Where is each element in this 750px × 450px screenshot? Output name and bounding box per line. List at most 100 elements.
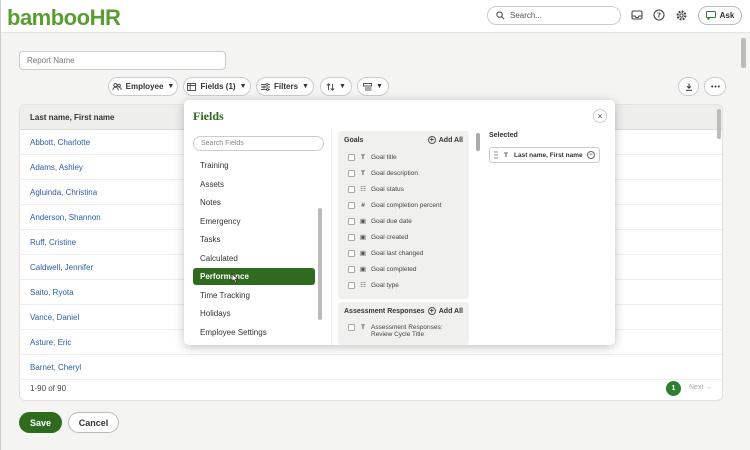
field-checkbox[interactable] [348,233,355,241]
field-label: Goal completion percent [371,201,442,209]
number-type-icon: # [361,201,365,209]
available-fields-scrollbar[interactable] [476,133,480,151]
employee-name-link[interactable]: Anderson, Shannon [30,213,101,222]
field-checkbox[interactable] [348,324,355,331]
field-option[interactable]: ▣ Goal due date [348,214,468,228]
field-checkbox[interactable] [348,249,355,257]
category-scrollbar[interactable] [318,208,322,320]
global-search[interactable] [487,6,621,25]
employee-name-link[interactable]: Caldwell, Jennifer [30,263,93,272]
employee-name-link[interactable]: Asture, Eric [30,338,71,347]
category-calculated[interactable]: Calculated [193,250,315,267]
group-icon [363,82,372,90]
field-option[interactable]: ☷ Goal type [348,278,468,292]
fields-dropdown[interactable]: Fields (1) ▼ [183,77,251,96]
report-name-input[interactable] [19,51,226,70]
field-label: Goal created [371,233,409,241]
field-checkbox[interactable] [348,153,355,161]
field-option[interactable]: # Goal completion percent [348,198,468,212]
calendar-icon: ▣ [359,234,367,241]
list-type-icon: ☷ [360,186,366,193]
plus-circle-icon: + [427,136,436,144]
employee-name-link[interactable]: Barnet, Cheryl [30,363,81,372]
category-assets[interactable]: Assets [193,176,315,193]
cancel-button[interactable]: Cancel [68,412,119,433]
group-dropdown[interactable]: ▼ [357,77,389,96]
field-label: Goal title [371,153,397,161]
field-option[interactable]: T Assessment Responses: Review Cycle Tit… [348,324,464,338]
category-notes[interactable]: Notes [193,194,315,211]
chevron-down-icon: ▼ [302,83,309,90]
chat-icon [705,11,716,20]
selected-field-label: Last name, First name [514,151,583,159]
save-button[interactable]: Save [19,412,62,433]
field-label: Goal last changed [371,249,424,257]
help-icon[interactable]: ? [652,8,666,22]
add-all-label: Add All [438,136,463,144]
category-holidays[interactable]: Holidays [193,305,315,322]
field-option[interactable]: T Goal title [348,150,468,164]
field-checkbox[interactable] [348,265,355,273]
employee-name-link[interactable]: Saito, Ryota [30,288,74,297]
columns-icon [187,82,197,91]
field-option[interactable]: ▣ Goal last changed [348,246,468,260]
filters-dropdown[interactable]: Filters ▼ [256,77,314,96]
column-divider [331,130,332,345]
ask-button[interactable]: Ask [698,6,742,25]
employee-name-link[interactable]: Agluinda, Christina [30,188,97,197]
field-option[interactable]: ☷ Goal status [348,182,468,196]
employee-dropdown[interactable]: Employee ▼ [108,77,178,96]
field-checkbox[interactable] [348,169,355,177]
employee-dropdown-label: Employee [125,82,164,91]
global-search-input[interactable] [510,11,610,20]
field-option[interactable]: ▣ Goal completed [348,262,468,276]
logo-suffix: HR [89,5,121,30]
close-button[interactable]: × [593,109,607,123]
more-options-button[interactable] [704,77,726,96]
field-checkbox[interactable] [348,185,355,193]
assessment-add-all-button[interactable]: + Add All [427,307,463,315]
goals-heading: Goals [344,137,364,144]
employee-name-link[interactable]: Abbott, Charlotte [30,138,90,147]
category-employee-settings[interactable]: Employee Settings [193,324,315,338]
popover-title: Fields [193,109,224,123]
gear-icon[interactable] [674,8,688,22]
employee-name-link[interactable]: Adams, Ashley [30,163,83,172]
employee-name-link[interactable]: Ruff, Cristine [30,238,76,247]
selected-field-chip[interactable]: T Last name, First name − [489,147,600,163]
remove-field-icon[interactable]: − [587,151,595,159]
bamboohr-logo[interactable]: bambooHR [7,5,121,31]
goals-field-group: Goals + Add All T Goal title T Goal descri… [338,131,469,299]
category-training[interactable]: Training [193,157,315,174]
category-emergency[interactable]: Emergency [193,213,315,230]
field-option[interactable]: T Goal description [348,166,468,180]
table-row[interactable]: Barnet, Cheryl [20,355,722,380]
filters-dropdown-label: Filters [274,82,299,91]
field-checkbox[interactable] [348,201,355,209]
field-checkbox[interactable] [348,281,355,289]
field-option[interactable]: ▣ Goal created [348,230,468,244]
close-icon: × [597,111,603,121]
page-number-button[interactable]: 1 [666,381,681,396]
more-horizontal-icon [710,85,720,88]
download-button[interactable] [678,77,699,96]
people-icon [111,82,122,90]
table-scrollbar[interactable] [717,109,721,139]
next-page-link[interactable]: Next → [689,384,712,391]
employee-name-link[interactable]: Vance, Daniel [30,313,79,322]
category-tasks[interactable]: Tasks [193,231,315,248]
field-label: Goal type [371,281,399,289]
column-header-name[interactable]: Last name, First name [30,113,114,122]
result-count: 1-90 of 90 [30,384,67,393]
page-scrollbar[interactable] [741,38,746,68]
category-performance[interactable]: Performance [193,268,315,285]
sort-icon [326,82,335,91]
field-search-input[interactable] [193,136,324,151]
sort-dropdown[interactable]: ▼ [320,77,352,96]
inbox-icon[interactable] [630,8,644,22]
goals-add-all-button[interactable]: + Add All [427,136,463,144]
text-type-icon: T [361,153,365,161]
drag-handle-icon[interactable] [494,151,498,159]
category-time-tracking[interactable]: Time Tracking [193,287,315,304]
field-checkbox[interactable] [348,217,355,225]
